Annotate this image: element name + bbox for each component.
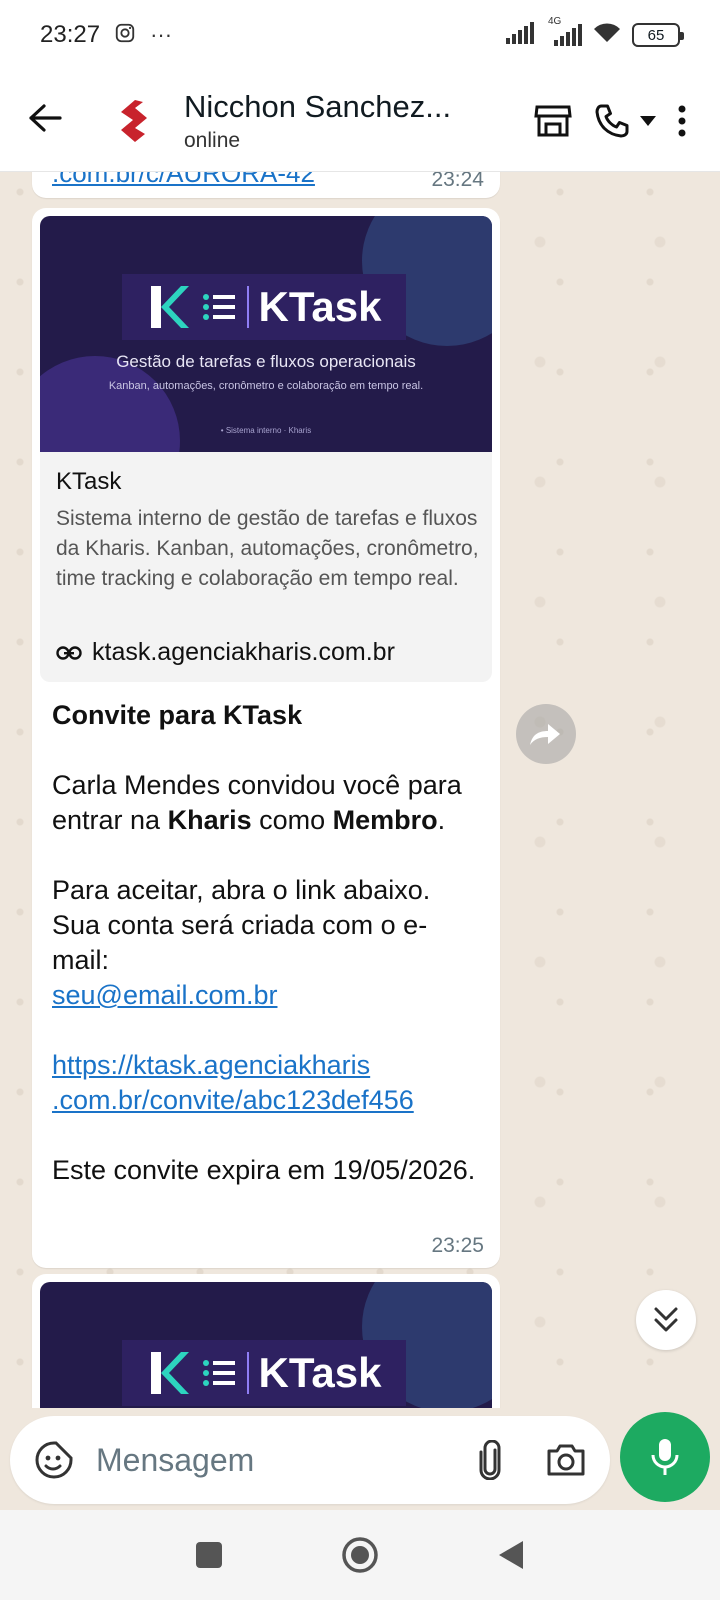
message-input[interactable] [96, 1441, 426, 1479]
contact-info[interactable]: Nicchon Sanchez... online [184, 89, 464, 153]
store-icon[interactable] [534, 104, 572, 138]
banner-brand-next: KTask [258, 1349, 382, 1396]
message-time: 23:25 [431, 1234, 484, 1257]
network-type-label: 4G [548, 16, 562, 27]
phone-icon [595, 104, 629, 137]
wifi-icon [592, 22, 622, 49]
list-icon [202, 294, 235, 320]
chat-header: Nicchon Sanchez... online [0, 70, 720, 172]
contact-status: online [184, 128, 241, 152]
email-link[interactable]: seu@email.com.br [52, 980, 277, 1010]
invite-link[interactable]: https://ktask.agenciakharis .com.br/convi… [52, 1050, 414, 1115]
invite-text-mid: como [251, 805, 333, 835]
voice-message-button[interactable] [620, 1412, 710, 1502]
message-bubble-previous[interactable]: .com.br/c/AURORA-42 23:24 [32, 172, 500, 198]
banner-brand: KTask [258, 283, 382, 330]
ktask-k-icon [150, 286, 189, 328]
signal-4g-icon: 4G [548, 16, 582, 46]
contact-name: Nicchon Sanchez... [184, 88, 452, 124]
circle-home-icon [342, 1537, 378, 1573]
more-notifications-icon: ··· [150, 22, 173, 47]
message-time: 23:24 [431, 172, 484, 191]
recents-button[interactable] [195, 1541, 223, 1569]
invite-role: Membro [332, 805, 438, 835]
logo-divider [246, 1352, 249, 1394]
logo-divider [246, 286, 249, 328]
previous-message-link[interactable]: .com.br/c/AURORA-42 [52, 172, 315, 189]
accept-text: Para aceitar, abra o link abaixo. Sua co… [52, 875, 431, 975]
back-nav-button[interactable] [497, 1539, 525, 1571]
ktask-logo: KTask [122, 274, 406, 340]
contact-avatar[interactable] [90, 78, 176, 164]
sticker-button[interactable] [34, 1440, 74, 1480]
link-preview-card[interactable]: KTask Gestão de tarefas e fluxos operaci… [40, 216, 492, 682]
sticker-icon [35, 1441, 73, 1479]
square-icon [196, 1542, 222, 1568]
link-preview-image-next: KTask [40, 1282, 492, 1408]
invite-text-end: . [437, 805, 446, 835]
double-chevron-down-icon [654, 1307, 678, 1332]
scroll-to-bottom-button[interactable] [636, 1290, 696, 1350]
ktask-logo-next: KTask [122, 1340, 406, 1406]
list-icon [202, 1360, 235, 1386]
banner-title: Gestão de tarefas e fluxos operacionais [116, 352, 416, 371]
message-text: Convite para KTask Carla Mendes convidou… [52, 698, 482, 1188]
invite-link-part1: https://ktask.agenciakharis [52, 1050, 371, 1080]
battery-level: 65 [647, 26, 665, 44]
kharis-logo-icon [121, 99, 147, 142]
chevron-down-icon [640, 115, 656, 126]
back-button[interactable] [0, 70, 90, 171]
message-bubble-next[interactable]: KTask [32, 1274, 500, 1408]
link-preview-description: Sistema interno de gestão de tarefas e f… [56, 507, 479, 590]
message-composer [10, 1416, 610, 1504]
camera-icon [547, 1444, 585, 1476]
invite-link-paragraph: https://ktask.agenciakharis .com.br/convi… [52, 1048, 482, 1118]
banner-footer: • Sistema interno · Kharis [220, 426, 312, 435]
camera-button[interactable] [546, 1443, 586, 1477]
invite-link-part2: .com.br/convite/abc123def456 [52, 1085, 414, 1115]
more-options-icon[interactable] [678, 105, 686, 137]
message-bubble-invite[interactable]: KTask Gestão de tarefas e fluxos operaci… [32, 208, 500, 1268]
status-bar: 23:27 ··· 4G 65 [0, 0, 720, 70]
call-button[interactable] [594, 103, 656, 139]
forward-button[interactable] [516, 704, 576, 764]
status-time: 23:27 [40, 21, 101, 48]
link-preview-domain: ktask.agenciakharis.com.br [92, 638, 395, 666]
chat-area[interactable]: .com.br/c/AURORA-42 23:24 KTask Gestão d… [0, 172, 720, 1408]
invite-paragraph: Carla Mendes convidou você para entrar n… [52, 768, 482, 838]
instagram-icon [114, 22, 136, 49]
battery-icon: 65 [632, 23, 684, 47]
link-preview-url[interactable]: ktask.agenciakharis.com.br [56, 638, 395, 667]
system-navigation-bar [0, 1510, 720, 1600]
home-button[interactable] [341, 1536, 379, 1574]
invite-org: Kharis [167, 805, 252, 835]
forward-icon [530, 724, 560, 745]
accept-paragraph: Para aceitar, abra o link abaixo. Sua co… [52, 873, 482, 1013]
link-preview-image: KTask Gestão de tarefas e fluxos operaci… [40, 216, 492, 452]
link-icon [56, 645, 82, 660]
paperclip-icon [479, 1440, 501, 1480]
link-preview-title: KTask [56, 468, 122, 495]
message-heading: Convite para KTask [52, 700, 303, 730]
ktask-k-icon [150, 1352, 189, 1394]
expiry-text: Este convite expira em 19/05/2026. [52, 1155, 476, 1185]
banner-subtitle: Kanban, automações, cronômetro e colabor… [108, 380, 424, 392]
arrow-left-icon [28, 103, 62, 138]
triangle-back-icon [499, 1541, 523, 1569]
signal-icon [506, 21, 538, 49]
microphone-icon [651, 1439, 679, 1475]
attach-button[interactable] [478, 1440, 502, 1480]
